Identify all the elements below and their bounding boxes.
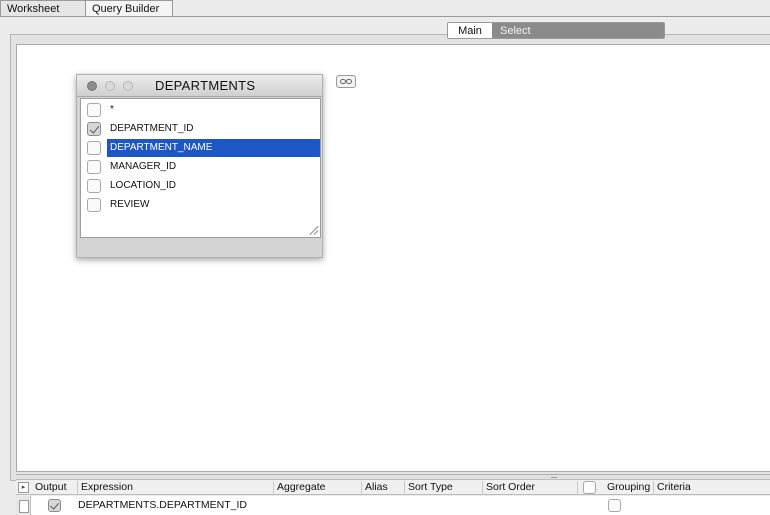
column-label: DEPARTMENT_ID xyxy=(110,123,194,134)
col-header-criteria[interactable]: Criteria xyxy=(654,481,770,495)
column-label: * xyxy=(110,104,114,115)
column-label: REVIEW xyxy=(110,199,150,210)
criteria-grid-header: ▸ Output Expression Aggregate Alias Sort… xyxy=(16,479,770,495)
tab-divider xyxy=(0,16,770,17)
col-header-alias[interactable]: Alias xyxy=(362,481,405,495)
column-checkbox[interactable] xyxy=(87,141,101,155)
maximize-icon[interactable] xyxy=(123,81,133,91)
col-header-grouping[interactable]: Grouping xyxy=(604,481,654,495)
col-header-expression[interactable]: Expression xyxy=(78,481,274,495)
column-row-department-name[interactable]: DEPARTMENT_NAME xyxy=(81,139,320,157)
col-header-output[interactable]: Output xyxy=(32,481,78,495)
tab-query-builder[interactable]: Query Builder xyxy=(85,0,173,17)
column-label: MANAGER_ID xyxy=(110,161,177,172)
col-header-sort-type[interactable]: Sort Type xyxy=(405,481,483,495)
column-checkbox[interactable] xyxy=(87,122,101,136)
expand-icon[interactable]: ▸ xyxy=(18,482,29,493)
grouping-checkbox[interactable] xyxy=(608,499,621,512)
column-row-location-id[interactable]: LOCATION_ID xyxy=(81,177,320,195)
expression-cell[interactable]: DEPARTMENTS.DEPARTMENT_ID xyxy=(78,499,247,511)
column-row-department-id[interactable]: DEPARTMENT_ID xyxy=(81,120,320,138)
select-query-button[interactable]: Select DEPARTMENTS.DEPART ... xyxy=(492,23,664,38)
query-builder-window: Worksheet Query Builder Main Select DEPA… xyxy=(0,0,770,515)
column-checkbox[interactable] xyxy=(87,198,101,212)
column-checkbox[interactable] xyxy=(87,103,101,117)
table-name: DEPARTMENTS xyxy=(155,78,256,93)
link-icon[interactable] xyxy=(336,75,356,88)
column-row-all[interactable]: * xyxy=(81,101,320,119)
resize-grip-icon[interactable] xyxy=(308,225,318,235)
criteria-grid-row[interactable]: DEPARTMENTS.DEPARTMENT_ID xyxy=(16,496,770,515)
view-switcher: Main Select DEPARTMENTS.DEPART ... xyxy=(447,22,665,39)
column-checkbox[interactable] xyxy=(87,160,101,174)
col-header-aggregate[interactable]: Aggregate xyxy=(274,481,362,495)
row-selector[interactable] xyxy=(16,496,31,515)
main-view-button[interactable]: Main xyxy=(448,23,492,38)
column-row-review[interactable]: REVIEW xyxy=(81,196,320,214)
column-list: * DEPARTMENT_ID DEPARTMENT_NAME MANAGER_… xyxy=(80,98,321,238)
column-label: DEPARTMENT_NAME xyxy=(107,139,320,157)
select-all-checkbox[interactable] xyxy=(583,481,596,494)
tab-worksheet[interactable]: Worksheet xyxy=(0,0,86,17)
output-checkbox[interactable] xyxy=(48,499,61,512)
column-row-manager-id[interactable]: MANAGER_ID xyxy=(81,158,320,176)
close-icon[interactable] xyxy=(87,81,97,91)
table-window-titlebar[interactable]: DEPARTMENTS xyxy=(77,75,322,97)
minimize-icon[interactable] xyxy=(105,81,115,91)
col-header-sort-order[interactable]: Sort Order xyxy=(483,481,578,495)
column-checkbox[interactable] xyxy=(87,179,101,193)
column-label: LOCATION_ID xyxy=(110,180,176,191)
table-window-departments[interactable]: DEPARTMENTS * DEPARTMENT_ID DEPARTMENT_N… xyxy=(76,74,323,258)
